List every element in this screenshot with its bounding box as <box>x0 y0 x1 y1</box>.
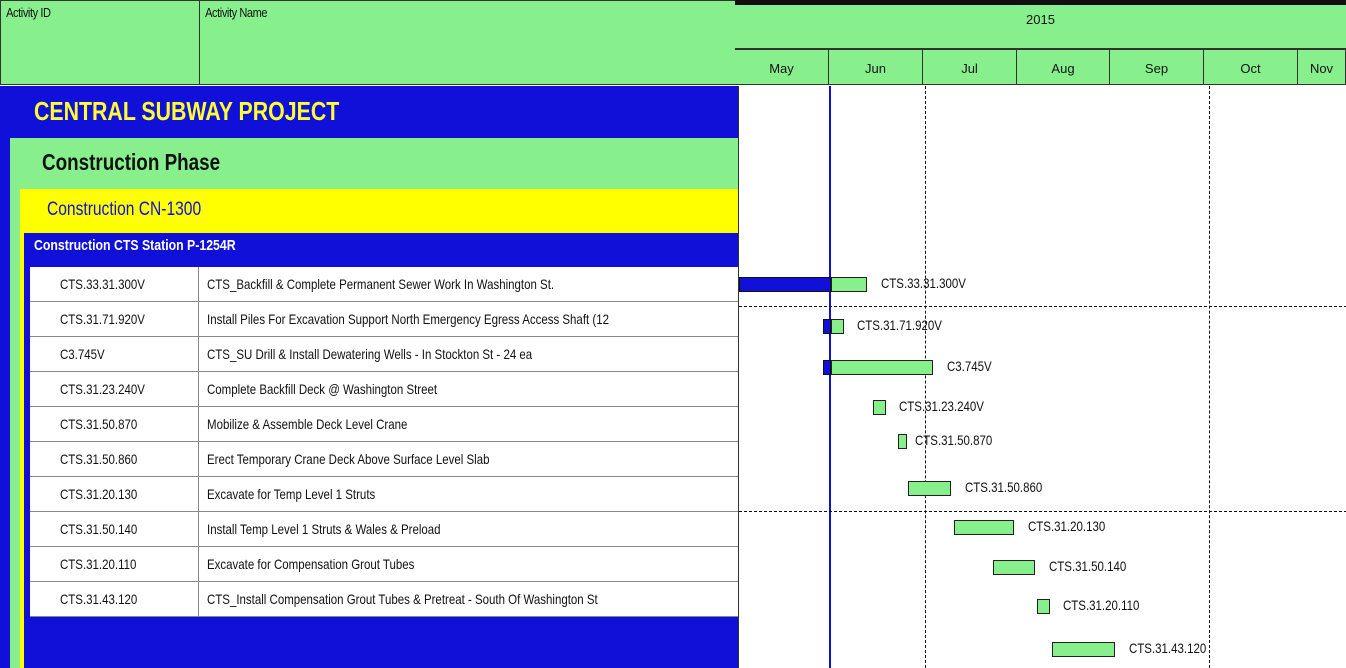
project-band[interactable]: CENTRAL SUBWAY PROJECT <box>0 86 738 138</box>
activity-id: CTS.33.31.300V <box>60 276 145 292</box>
data-date-line <box>829 86 831 668</box>
table-row[interactable]: CTS.31.23.240V Complete Backfill Deck @ … <box>30 372 738 407</box>
gantt-bar[interactable] <box>898 434 907 449</box>
column-divider <box>198 267 199 301</box>
activity-id: CTS.31.50.870 <box>60 416 138 432</box>
activity-id: CTS.31.20.110 <box>60 556 137 572</box>
gantt-bar[interactable] <box>831 360 933 375</box>
gantt-bar[interactable] <box>1052 642 1115 657</box>
gantt-bar-actual[interactable] <box>739 277 831 292</box>
gantt-bar-actual[interactable] <box>823 360 831 375</box>
activity-id: CTS.31.50.860 <box>60 451 138 467</box>
gantt-bar-label: CTS.33.31.300V <box>881 275 966 291</box>
column-divider <box>198 477 199 511</box>
gantt-bar-label: CTS.31.50.140 <box>1049 558 1127 574</box>
gantt-bar[interactable] <box>908 481 951 496</box>
activity-name: Mobilize & Assemble Deck Level Crane <box>207 416 408 432</box>
station-title: Construction CTS Station P-1254R <box>34 237 236 254</box>
activity-id-header[interactable]: Activity ID <box>0 0 200 85</box>
gantt-bar-label: CTS.31.50.870 <box>915 432 993 448</box>
gantt-bar-label: CTS.31.71.920V <box>857 317 942 333</box>
phase-band[interactable]: Construction Phase <box>10 138 738 189</box>
month-oct: Oct <box>1204 49 1298 85</box>
gantt-bar[interactable] <box>831 277 867 292</box>
gantt-bar-label: C3.745V <box>947 358 992 374</box>
column-divider <box>198 582 199 616</box>
gantt-bar-label: CTS.31.23.240V <box>899 398 984 414</box>
column-divider <box>198 547 199 581</box>
gantt-row-separator <box>739 511 1346 512</box>
gantt-bar-actual[interactable] <box>823 319 831 334</box>
timeline-header: 2015 May Jun Jul Aug Sep Oct Nov <box>735 0 1346 85</box>
activity-name: CTS_Install Compensation Grout Tubes & P… <box>207 591 598 607</box>
activity-id: CTS.31.23.240V <box>60 381 145 397</box>
column-divider <box>198 442 199 476</box>
activity-id: C3.745V <box>60 346 105 362</box>
column-divider <box>198 337 199 371</box>
table-row[interactable]: CTS.31.71.920V Install Piles For Excavat… <box>30 302 738 337</box>
activity-name: Erect Temporary Crane Deck Above Surface… <box>207 451 490 467</box>
table-row[interactable]: CTS.31.20.110 Excavate for Compensation … <box>30 547 738 582</box>
gantt-bar[interactable] <box>954 520 1014 535</box>
table-row[interactable]: CTS.31.50.860 Erect Temporary Crane Deck… <box>30 442 738 477</box>
gantt-area[interactable]: CTS.33.31.300V CTS.31.71.920V C3.745V CT… <box>738 86 1346 668</box>
gantt-gridline <box>925 86 926 668</box>
activity-name: Install Piles For Excavation Support Nor… <box>207 311 609 327</box>
activity-name: Complete Backfill Deck @ Washington Stre… <box>207 381 438 397</box>
table-row[interactable]: CTS.33.31.300V CTS_Backfill & Complete P… <box>30 267 738 302</box>
gantt-bar-label: CTS.31.50.860 <box>965 479 1043 495</box>
column-divider <box>198 302 199 336</box>
gantt-bar[interactable] <box>831 319 844 334</box>
table-row[interactable]: C3.745V CTS_SU Drill & Install Dewaterin… <box>30 337 738 372</box>
activity-name: Install Temp Level 1 Struts & Wales & Pr… <box>207 521 441 537</box>
activity-id: CTS.31.71.920V <box>60 311 145 327</box>
table-row[interactable]: CTS.31.50.140 Install Temp Level 1 Strut… <box>30 512 738 547</box>
activity-id: CTS.31.20.130 <box>60 486 138 502</box>
column-divider <box>198 407 199 441</box>
table-row[interactable]: CTS.31.50.870 Mobilize & Assemble Deck L… <box>30 407 738 442</box>
gantt-bar-label: CTS.31.20.110 <box>1063 597 1140 613</box>
activity-name-header[interactable]: Activity Name <box>200 0 738 85</box>
contract-title: Construction CN-1300 <box>47 199 202 220</box>
activity-name: Excavate for Compensation Grout Tubes <box>207 556 415 572</box>
column-divider <box>198 512 199 546</box>
phase-title: Construction Phase <box>42 149 221 175</box>
column-divider <box>198 372 199 406</box>
month-nov: Nov <box>1298 49 1346 85</box>
gantt-gridline <box>1209 86 1210 668</box>
gantt-bar-label: CTS.31.43.120 <box>1129 640 1207 656</box>
month-aug: Aug <box>1017 49 1110 85</box>
activity-name-header-label: Activity Name <box>205 5 268 20</box>
activity-name: Excavate for Temp Level 1 Struts <box>207 486 376 502</box>
table-row[interactable]: CTS.31.20.130 Excavate for Temp Level 1 … <box>30 477 738 512</box>
activity-id-header-label: Activity ID <box>6 5 51 20</box>
activity-name: CTS_Backfill & Complete Permanent Sewer … <box>207 276 555 292</box>
month-jun: Jun <box>829 49 923 85</box>
contract-band[interactable]: Construction CN-1300 <box>20 189 738 233</box>
month-sep: Sep <box>1110 49 1204 85</box>
activity-name: CTS_SU Drill & Install Dewatering Wells … <box>207 346 533 362</box>
year-label: 2015 <box>1026 12 1055 27</box>
station-band[interactable]: Construction CTS Station P-1254R <box>24 233 738 263</box>
gantt-bar[interactable] <box>1037 599 1050 614</box>
gantt-bar-label: CTS.31.20.130 <box>1028 518 1106 534</box>
project-title: CENTRAL SUBWAY PROJECT <box>34 96 340 126</box>
gantt-bar[interactable] <box>873 400 886 415</box>
year-cell: 2015 <box>735 5 1346 49</box>
table-row[interactable]: CTS.31.43.120 CTS_Install Compensation G… <box>30 582 738 617</box>
month-may: May <box>735 49 829 85</box>
gantt-row-separator <box>739 306 1346 307</box>
month-jul: Jul <box>923 49 1017 85</box>
activity-id: CTS.31.43.120 <box>60 591 138 607</box>
gantt-bar[interactable] <box>993 560 1035 575</box>
activity-id: CTS.31.50.140 <box>60 521 138 537</box>
